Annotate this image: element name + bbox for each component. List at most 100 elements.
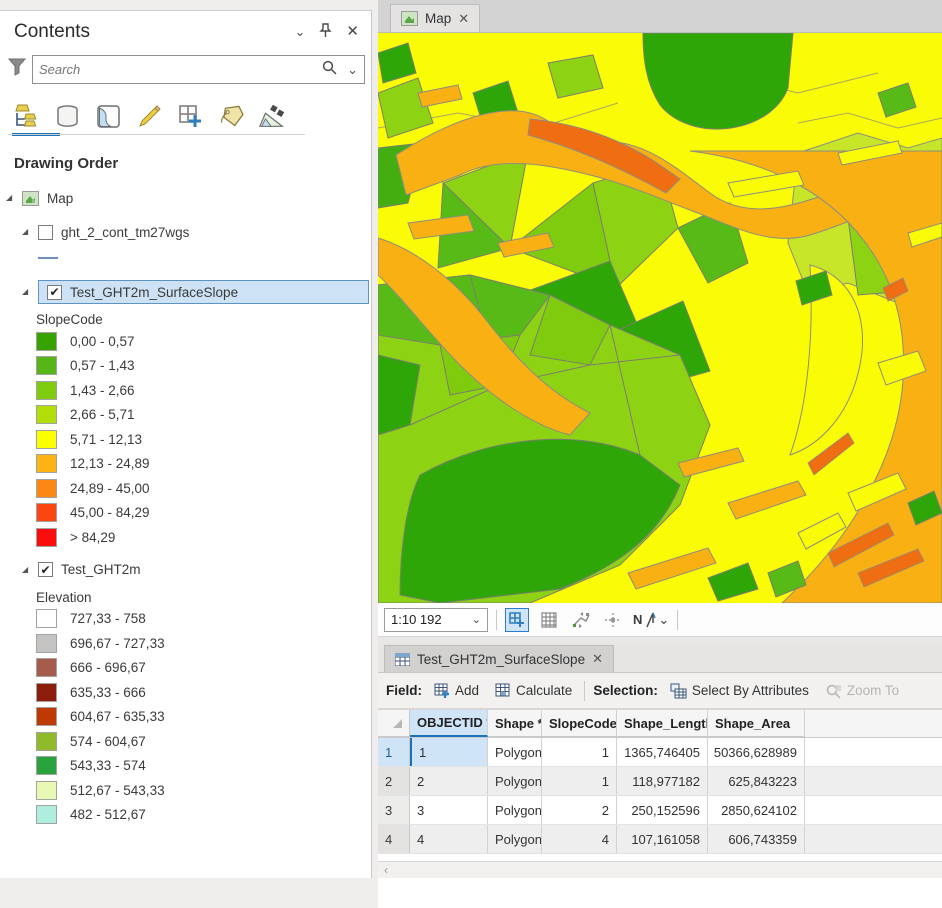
column-header-shape-[interactable]: Shape * <box>488 710 542 737</box>
slope-layer-checkbox[interactable]: ✔ <box>47 285 62 300</box>
tree-item-slope-layer[interactable]: ◢ ✔ Test_GHT2m_SurfaceSlope <box>0 280 371 304</box>
select-all-corner[interactable] <box>378 710 410 737</box>
table-cell[interactable]: 2850,624102 <box>708 796 805 824</box>
table-cell[interactable]: 4 <box>542 825 617 853</box>
select-by-attributes-button[interactable]: Select By Attributes <box>666 680 813 702</box>
legend-swatch[interactable] <box>36 683 57 702</box>
legend-class-label: 0,57 - 1,43 <box>70 358 135 373</box>
grid-icon[interactable] <box>537 608 561 632</box>
expander-icon[interactable]: ◢ <box>22 287 32 297</box>
expander-icon[interactable]: ◢ <box>22 227 32 237</box>
legend-item: 543,33 - 574 <box>36 754 371 779</box>
column-header-shape-area[interactable]: Shape_Area <box>708 710 805 737</box>
zoom-to-label: Zoom To <box>847 683 899 698</box>
legend-swatch[interactable] <box>36 756 57 775</box>
legend-swatch[interactable] <box>36 707 57 726</box>
tree-item-map[interactable]: ◢ Map <box>0 186 371 210</box>
table-cell[interactable]: 118,977182 <box>617 767 708 795</box>
list-by-editing-icon[interactable] <box>135 102 163 130</box>
search-icon[interactable] <box>322 60 337 80</box>
tree-item-contour-layer[interactable]: ◢ ght_2_cont_tm27wgs <box>0 220 371 244</box>
row-number[interactable]: 1 <box>378 738 410 766</box>
close-pane-icon[interactable]: ✕ <box>346 25 359 39</box>
map-tab-label: Map <box>425 11 451 26</box>
list-by-drawing-order-icon[interactable] <box>12 102 40 130</box>
legend-swatch[interactable] <box>36 634 57 653</box>
contents-view-toolbar <box>0 84 371 130</box>
attribute-table-tab[interactable]: Test_GHT2m_SurfaceSlope ✕ <box>384 645 614 672</box>
row-number[interactable]: 2 <box>378 767 410 795</box>
contour-layer-label: ght_2_cont_tm27wgs <box>61 225 189 240</box>
expander-icon[interactable]: ◢ <box>6 193 16 203</box>
legend-swatch[interactable] <box>36 454 57 473</box>
column-header-shape-length[interactable]: Shape_Length <box>617 710 708 737</box>
legend-swatch[interactable] <box>36 479 57 498</box>
map-view-tab[interactable]: Map ✕ <box>390 4 480 32</box>
add-field-button[interactable]: Add <box>430 680 483 701</box>
search-history-chevron-icon[interactable]: ⌄ <box>347 62 358 78</box>
table-cell[interactable]: 2 <box>410 767 488 795</box>
table-cell[interactable]: 107,161058 <box>617 825 708 853</box>
legend-swatch[interactable] <box>36 528 57 547</box>
table-cell[interactable]: Polygon <box>488 825 542 853</box>
table-cell[interactable]: 4 <box>410 825 488 853</box>
legend-swatch[interactable] <box>36 503 57 522</box>
table-cell[interactable]: 1365,746405 <box>617 738 708 766</box>
pane-menu-chevron-icon[interactable]: ⌄ <box>295 25 306 39</box>
list-by-perspective-icon[interactable] <box>258 102 286 130</box>
map-scale-select[interactable]: 1:10 192 ⌄ <box>384 608 488 632</box>
list-by-data-source-icon[interactable] <box>53 102 81 130</box>
labeling-icon[interactable] <box>217 102 245 130</box>
legend-swatch[interactable] <box>36 332 57 351</box>
layout-grid-add-icon[interactable] <box>505 608 529 632</box>
edit-vertices-icon[interactable] <box>569 608 593 632</box>
table-cell[interactable]: Polygon <box>488 738 542 766</box>
calculate-field-button[interactable]: Calculate <box>491 680 576 701</box>
table-cell[interactable]: 3 <box>410 796 488 824</box>
table-cell[interactable]: 606,743359 <box>708 825 805 853</box>
row-number[interactable]: 4 <box>378 825 410 853</box>
table-tab-close-icon[interactable]: ✕ <box>592 651 603 667</box>
north-chevron-icon[interactable]: ⌄ <box>658 612 669 628</box>
line-symbol[interactable] <box>38 257 58 259</box>
table-cell[interactable]: Polygon <box>488 767 542 795</box>
tree-item-elevation-layer[interactable]: ◢ ✔ Test_GHT2m <box>0 558 371 582</box>
horizontal-scrollbar[interactable]: ‹ <box>378 861 942 878</box>
legend-swatch[interactable] <box>36 732 57 751</box>
map-thumbnail-icon <box>22 191 39 206</box>
legend-item: 512,67 - 543,33 <box>36 778 371 803</box>
north-arrow-icon[interactable]: N ⌄ <box>633 612 669 628</box>
legend-swatch[interactable] <box>36 781 57 800</box>
table-cell[interactable]: 1 <box>542 767 617 795</box>
map-statusbar: 1:10 192 ⌄ N ⌄ <box>378 603 942 637</box>
row-number[interactable]: 3 <box>378 796 410 824</box>
list-by-snapping-icon[interactable] <box>176 102 204 130</box>
table-cell[interactable]: Polygon <box>488 796 542 824</box>
table-cell[interactable]: 1 <box>542 738 617 766</box>
table-cell[interactable]: 1 <box>410 738 488 766</box>
map-tab-close-icon[interactable]: ✕ <box>458 11 469 27</box>
snapping-icon[interactable] <box>601 608 625 632</box>
contour-layer-checkbox[interactable] <box>38 225 53 240</box>
filter-icon[interactable] <box>8 57 26 82</box>
selected-layer-highlight[interactable]: ✔ Test_GHT2m_SurfaceSlope <box>38 280 369 304</box>
legend-swatch[interactable] <box>36 658 57 677</box>
list-by-selection-icon[interactable] <box>94 102 122 130</box>
expander-icon[interactable]: ◢ <box>22 565 32 575</box>
table-cell[interactable]: 50366,628989 <box>708 738 805 766</box>
legend-swatch[interactable] <box>36 405 57 424</box>
pin-icon[interactable] <box>319 23 332 41</box>
table-cell[interactable]: 2 <box>542 796 617 824</box>
elevation-layer-checkbox[interactable]: ✔ <box>38 562 53 577</box>
legend-swatch[interactable] <box>36 805 57 824</box>
column-header-slopecode[interactable]: SlopeCode <box>542 710 617 737</box>
legend-swatch[interactable] <box>36 430 57 449</box>
column-header-objectid-[interactable]: OBJECTID * <box>410 710 488 737</box>
legend-swatch[interactable] <box>36 609 57 628</box>
table-cell[interactable]: 250,152596 <box>617 796 708 824</box>
map-canvas[interactable] <box>378 33 942 603</box>
table-cell[interactable]: 625,843223 <box>708 767 805 795</box>
legend-swatch[interactable] <box>36 381 57 400</box>
legend-swatch[interactable] <box>36 356 57 375</box>
search-input[interactable] <box>39 62 322 77</box>
